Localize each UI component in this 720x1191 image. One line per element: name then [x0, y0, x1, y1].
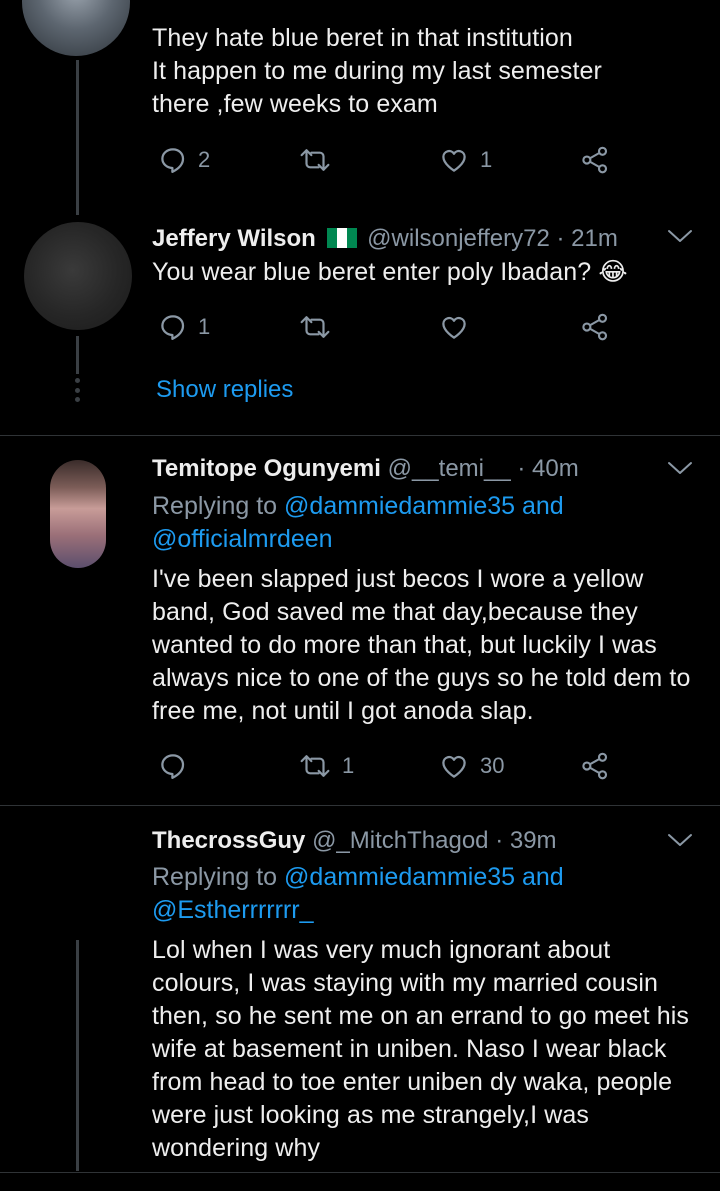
tweet2-share-button[interactable]	[580, 312, 610, 342]
chevron-down-icon[interactable]	[666, 226, 694, 251]
tweet1-text: They hate blue beret in that institution…	[152, 24, 602, 118]
thread-gap-dots	[75, 378, 81, 402]
like-count: 30	[480, 753, 505, 778]
tweet4-replying-to: Replying to @dammiedammie35 and @Estherr…	[152, 863, 564, 924]
reply-count: 2	[198, 147, 211, 172]
share-icon	[580, 751, 610, 781]
avatar-temitope-ogunyemi[interactable]	[50, 460, 106, 568]
like-count: 1	[480, 147, 493, 172]
chevron-down-icon[interactable]	[666, 830, 694, 855]
thread-line-1	[76, 60, 79, 215]
tweet4-text: Lol when I was very much ignorant about …	[152, 936, 689, 1162]
replying-to-handles[interactable]: @dammiedammie35 and	[284, 492, 564, 520]
tweet2-reply-button[interactable]: 1	[158, 312, 210, 342]
share-icon	[580, 312, 610, 342]
tweet3-header: Temitope Ogunyemi @__temi__ · 40m	[152, 454, 579, 484]
heart-icon	[438, 751, 470, 781]
retweet-icon	[298, 751, 332, 781]
display-name[interactable]: ThecrossGuy	[152, 827, 305, 854]
display-name[interactable]: Temitope Ogunyemi	[152, 455, 381, 482]
tweet1-retweet-button[interactable]	[298, 145, 332, 175]
chevron-down-icon[interactable]	[666, 458, 694, 483]
retweet-count: 1	[342, 753, 355, 778]
user-handle[interactable]: @wilsonjeffery72	[367, 225, 550, 252]
reply-bubble-icon	[158, 312, 188, 342]
tweet3-reply-button[interactable]	[158, 751, 188, 781]
user-handle[interactable]: @_MitchThagod	[312, 827, 488, 854]
reply-count: 1	[198, 314, 211, 339]
user-handle[interactable]: @__temi__	[388, 455, 511, 482]
show-replies-link[interactable]: Show replies	[156, 376, 293, 404]
timestamp[interactable]: · 39m	[495, 827, 556, 854]
timestamp[interactable]: · 21m	[557, 225, 618, 252]
tweet4-header: ThecrossGuy @_MitchThagod · 39m	[152, 826, 557, 856]
replying-to-handles[interactable]: @dammiedammie35 and	[284, 863, 564, 891]
tweet3-replying-to: Replying to @dammiedammie35 and @officia…	[152, 492, 564, 553]
divider	[0, 805, 720, 806]
retweet-icon	[298, 145, 332, 175]
reply-bubble-icon	[158, 145, 188, 175]
replying-to-handle[interactable]: @Estherrrrrrr_	[152, 896, 314, 924]
tweet2-text: You wear blue beret enter poly Ibadan? 😂	[152, 258, 628, 286]
divider	[0, 1172, 720, 1173]
tweet2-header: Jeffery Wilson @wilsonjeffery72 · 21m	[152, 224, 618, 254]
tweet3-like-button[interactable]: 30	[438, 751, 504, 781]
thread-line-4	[76, 940, 79, 1171]
display-name[interactable]: Jeffery Wilson	[152, 225, 316, 252]
thread-line-2	[76, 336, 79, 374]
replying-to-handle[interactable]: @officialmrdeen	[152, 525, 333, 553]
share-icon	[580, 145, 610, 175]
tweet2-like-button[interactable]	[438, 312, 470, 342]
divider	[0, 435, 720, 436]
tweet3-retweet-button[interactable]: 1	[298, 751, 354, 781]
reply-bubble-icon	[158, 751, 188, 781]
timestamp[interactable]: · 40m	[517, 455, 578, 482]
nigeria-flag-icon	[326, 226, 357, 248]
tweet3-text: I've been slapped just becos I wore a ye…	[152, 565, 691, 725]
avatar-tweet1[interactable]	[22, 0, 130, 56]
heart-icon	[438, 312, 470, 342]
retweet-icon	[298, 312, 332, 342]
avatar-jeffery-wilson[interactable]	[24, 222, 132, 330]
tweet1-like-button[interactable]: 1	[438, 145, 492, 175]
tweet2-retweet-button[interactable]	[298, 312, 332, 342]
tweet3-share-button[interactable]	[580, 751, 610, 781]
heart-icon	[438, 145, 470, 175]
tweet1-share-button[interactable]	[580, 145, 610, 175]
tweet1-reply-button[interactable]: 2	[158, 145, 210, 175]
